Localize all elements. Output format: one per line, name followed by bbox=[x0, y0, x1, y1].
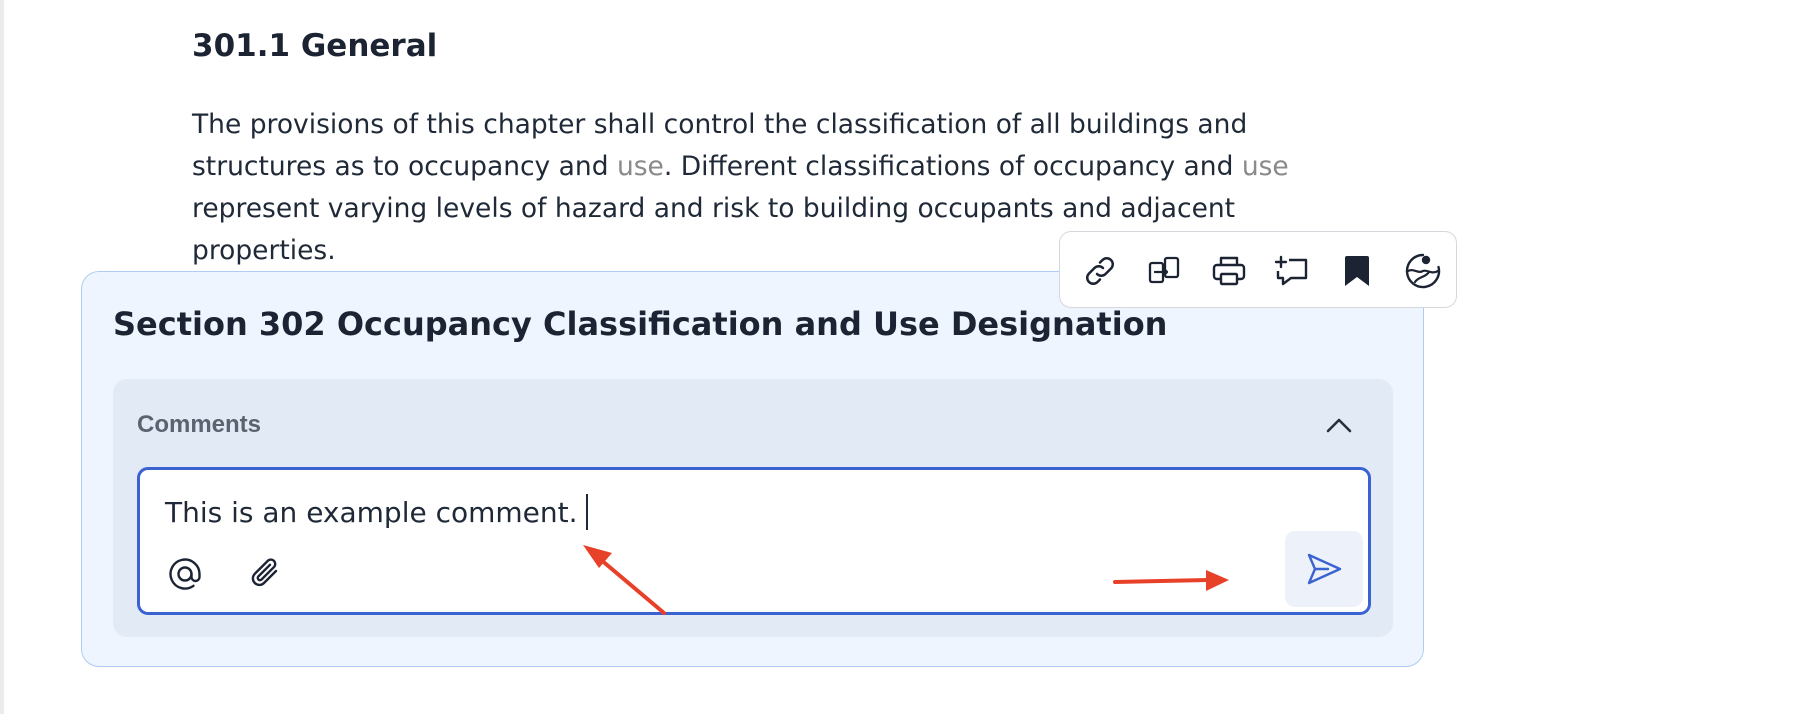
send-icon bbox=[1307, 553, 1342, 585]
text-caret bbox=[585, 494, 588, 530]
print-icon bbox=[1212, 256, 1246, 286]
attach-file-button[interactable] bbox=[244, 552, 288, 596]
comments-label: Comments bbox=[137, 411, 262, 438]
paperclip-icon bbox=[251, 558, 278, 587]
section-title: Section 302 Occupancy Classification and… bbox=[113, 305, 1168, 343]
print-button[interactable] bbox=[1208, 250, 1250, 292]
add-comment-button[interactable] bbox=[1271, 250, 1313, 292]
at-sign-icon bbox=[169, 558, 201, 590]
ai-globe-icon bbox=[1405, 253, 1441, 289]
defined-term-link[interactable]: use bbox=[1242, 151, 1289, 182]
comment-text: This is an example comment. bbox=[165, 496, 578, 529]
mention-button[interactable] bbox=[163, 552, 207, 596]
section-heading: 301.1 General bbox=[192, 28, 438, 64]
copy-link-button[interactable] bbox=[1079, 250, 1121, 292]
comment-input[interactable]: This is an example comment. bbox=[137, 467, 1371, 615]
section-card: Section 302 Occupancy Classification and… bbox=[81, 271, 1424, 667]
left-edge-divider bbox=[0, 0, 4, 714]
defined-term-link[interactable]: use bbox=[617, 151, 664, 182]
collapse-comments-button[interactable] bbox=[1321, 407, 1357, 443]
section-action-toolbar bbox=[1059, 231, 1457, 308]
bookmark-icon bbox=[1345, 256, 1369, 286]
comment-add-icon bbox=[1274, 255, 1308, 286]
compare-button[interactable] bbox=[1143, 250, 1185, 292]
bookmark-button[interactable] bbox=[1336, 250, 1378, 292]
link-icon bbox=[1086, 257, 1114, 285]
send-comment-button[interactable] bbox=[1285, 531, 1363, 607]
comment-input-value[interactable]: This is an example comment. bbox=[165, 494, 588, 532]
paragraph-text: . Different classifications of occupancy… bbox=[663, 151, 1242, 182]
compare-icon bbox=[1148, 256, 1180, 284]
ai-assistant-button[interactable] bbox=[1402, 250, 1444, 292]
chevron-up-icon bbox=[1326, 418, 1352, 433]
comments-panel: Comments This is an example comment. bbox=[113, 379, 1393, 637]
